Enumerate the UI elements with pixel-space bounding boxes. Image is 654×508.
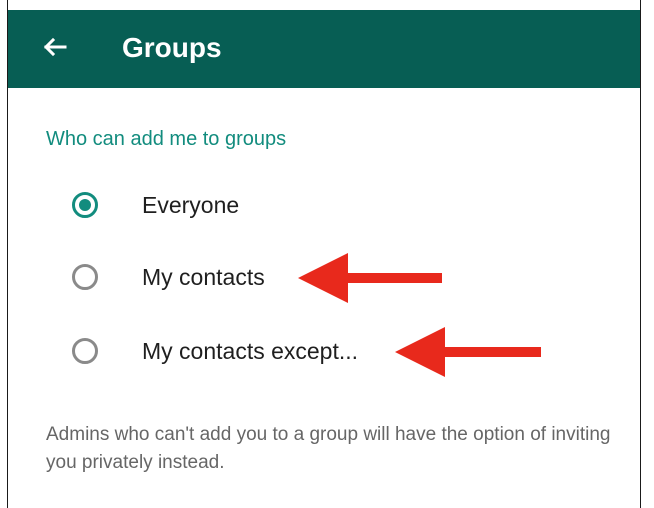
option-my-contacts-except[interactable]: My contacts except...: [62, 326, 492, 378]
left-border: [0, 0, 8, 508]
right-border: [640, 0, 654, 508]
option-label-everyone: Everyone: [142, 192, 240, 218]
option-everyone[interactable]: Everyone: [62, 180, 492, 232]
option-label-my-contacts: My contacts: [142, 264, 265, 290]
radio-selected-icon[interactable]: [72, 192, 98, 218]
option-my-contacts[interactable]: My contacts: [62, 252, 492, 304]
page-title: Groups: [122, 32, 222, 63]
groups-privacy-screen: Groups Who can add me to groups Everyone…: [0, 0, 654, 508]
arrow-left-icon: [40, 33, 68, 66]
top-app-bar: Groups: [8, 10, 640, 88]
back-button[interactable]: [36, 31, 72, 67]
option-label-my-contacts-except: My contacts except...: [142, 338, 359, 364]
section-heading: Who can add me to groups: [46, 128, 287, 150]
radio-unselected-icon[interactable]: [72, 338, 98, 364]
group-invite-info-text: Admins who can't add you to a group will…: [46, 424, 611, 473]
radio-unselected-icon[interactable]: [72, 264, 98, 290]
